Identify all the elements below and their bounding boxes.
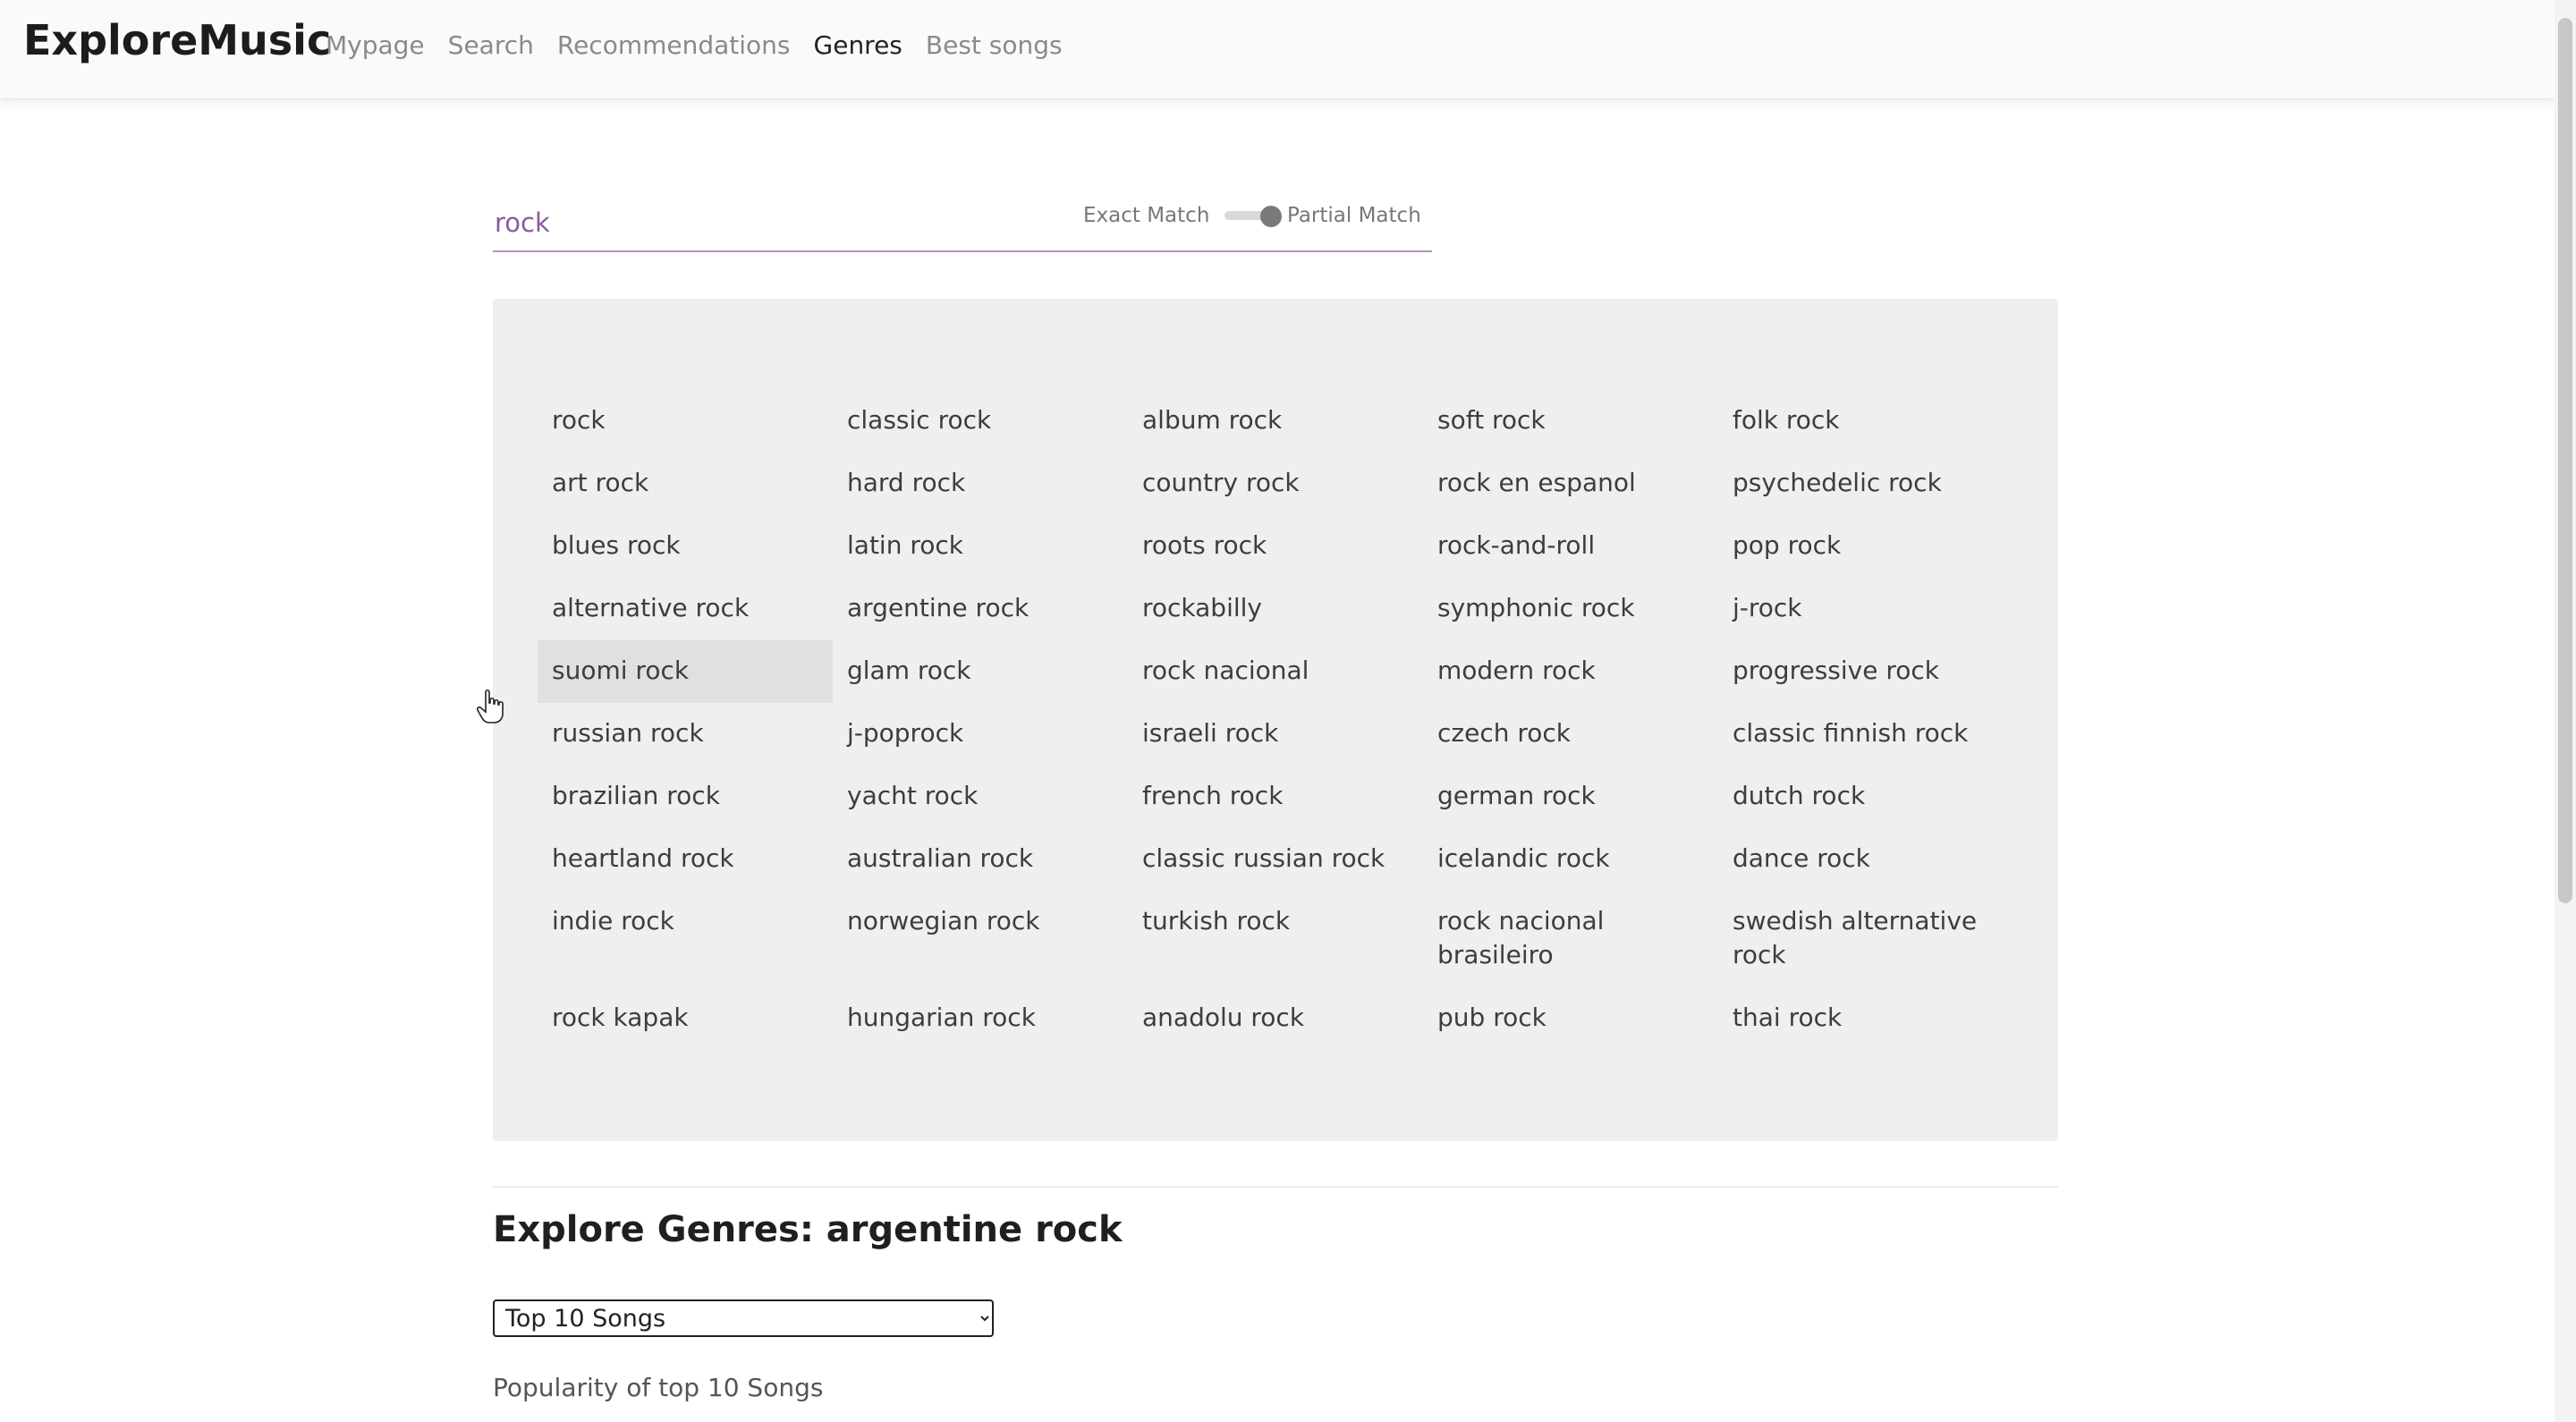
genre-item[interactable]: yacht rock (833, 766, 1128, 828)
genre-item[interactable]: classic russian rock (1128, 828, 1423, 891)
genre-item[interactable]: indie rock (538, 891, 833, 987)
nav-best-songs[interactable]: Best songs (926, 30, 1063, 60)
genre-item[interactable]: art rock (538, 453, 833, 515)
match-mode-toggle[interactable] (1224, 206, 1282, 227)
genre-item[interactable]: australian rock (833, 828, 1128, 891)
brand-logo[interactable]: ExploreMusic (23, 16, 331, 64)
nav-search[interactable]: Search (448, 30, 534, 60)
genre-item[interactable]: icelandic rock (1423, 828, 1718, 891)
toggle-knob[interactable] (1260, 206, 1282, 227)
genre-grid: rock classic rock album rock soft rock folk … (538, 390, 2022, 1050)
genre-item[interactable]: argentine rock (833, 578, 1128, 640)
genre-item[interactable]: rock nacional brasileiro (1423, 891, 1718, 987)
partial-match-label[interactable]: Partial Match (1287, 204, 1421, 227)
genre-item[interactable]: j-poprock (833, 703, 1128, 766)
exact-match-label[interactable]: Exact Match (1083, 204, 1209, 227)
genre-item[interactable]: rock kapak (538, 987, 833, 1050)
genre-item[interactable]: psychedelic rock (1718, 453, 2013, 515)
genre-item[interactable]: brazilian rock (538, 766, 833, 828)
genre-item[interactable]: heartland rock (538, 828, 833, 891)
genre-item[interactable]: country rock (1128, 453, 1423, 515)
genre-item[interactable]: symphonic rock (1423, 578, 1718, 640)
genre-item[interactable]: classic finnish rock (1718, 703, 2013, 766)
genre-item[interactable]: hard rock (833, 453, 1128, 515)
genre-item[interactable]: suomi rock (538, 640, 833, 703)
genre-item[interactable]: pub rock (1423, 987, 1718, 1050)
genre-results-panel: rock classic rock album rock soft rock folk … (493, 299, 2058, 1141)
genre-item[interactable]: classic rock (833, 390, 1128, 453)
genre-item[interactable]: soft rock (1423, 390, 1718, 453)
genre-item[interactable]: hungarian rock (833, 987, 1128, 1050)
nav-genres[interactable]: Genres (814, 30, 902, 60)
genre-item[interactable]: french rock (1128, 766, 1423, 828)
genre-item[interactable]: roots rock (1128, 515, 1423, 578)
chart-subheading: Popularity of top 10 Songs (493, 1373, 824, 1402)
explore-genres-title: Explore Genres: argentine rock (493, 1209, 1123, 1250)
genre-item[interactable]: dance rock (1718, 828, 2013, 891)
genre-item[interactable]: blues rock (538, 515, 833, 578)
hand-cursor-icon (477, 689, 504, 724)
nav-recommendations[interactable]: Recommendations (557, 30, 791, 60)
section-divider (493, 1186, 2058, 1188)
genre-item[interactable]: russian rock (538, 703, 833, 766)
genre-item[interactable]: progressive rock (1718, 640, 2013, 703)
genre-item[interactable]: modern rock (1423, 640, 1718, 703)
nav-mypage[interactable]: Mypage (326, 30, 425, 60)
view-select[interactable]: Top 10 Songs (493, 1299, 994, 1337)
genre-item[interactable]: rock en espanol (1423, 453, 1718, 515)
genre-item[interactable]: j-rock (1718, 578, 2013, 640)
genre-item[interactable]: czech rock (1423, 703, 1718, 766)
genre-item[interactable]: anadolu rock (1128, 987, 1423, 1050)
genre-item[interactable]: dutch rock (1718, 766, 2013, 828)
top-navbar: ExploreMusic Mypage Search Recommendatio… (0, 0, 2555, 99)
genre-item[interactable]: glam rock (833, 640, 1128, 703)
genre-item[interactable]: turkish rock (1128, 891, 1423, 987)
genre-item[interactable]: alternative rock (538, 578, 833, 640)
genre-item[interactable]: pop rock (1718, 515, 2013, 578)
genre-item[interactable]: israeli rock (1128, 703, 1423, 766)
genre-item[interactable]: album rock (1128, 390, 1423, 453)
scrollbar[interactable] (2555, 0, 2576, 1422)
genre-search-bar: Exact Match Partial Match (493, 197, 1432, 252)
genre-item[interactable]: german rock (1423, 766, 1718, 828)
genre-item[interactable]: rockabilly (1128, 578, 1423, 640)
genre-item[interactable]: rock-and-roll (1423, 515, 1718, 578)
genre-item[interactable]: rock (538, 390, 833, 453)
genre-item[interactable]: thai rock (1718, 987, 2013, 1050)
genre-item[interactable]: folk rock (1718, 390, 2013, 453)
genre-item[interactable]: norwegian rock (833, 891, 1128, 987)
genre-item[interactable]: rock nacional (1128, 640, 1423, 703)
genre-item[interactable]: latin rock (833, 515, 1128, 578)
scrollbar-thumb[interactable] (2558, 18, 2572, 903)
genre-search-input[interactable] (493, 202, 1033, 243)
nav-menu: Mypage Search Recommendations Genres Bes… (326, 30, 1063, 60)
genre-item[interactable]: swedish alternative rock (1718, 891, 2013, 987)
